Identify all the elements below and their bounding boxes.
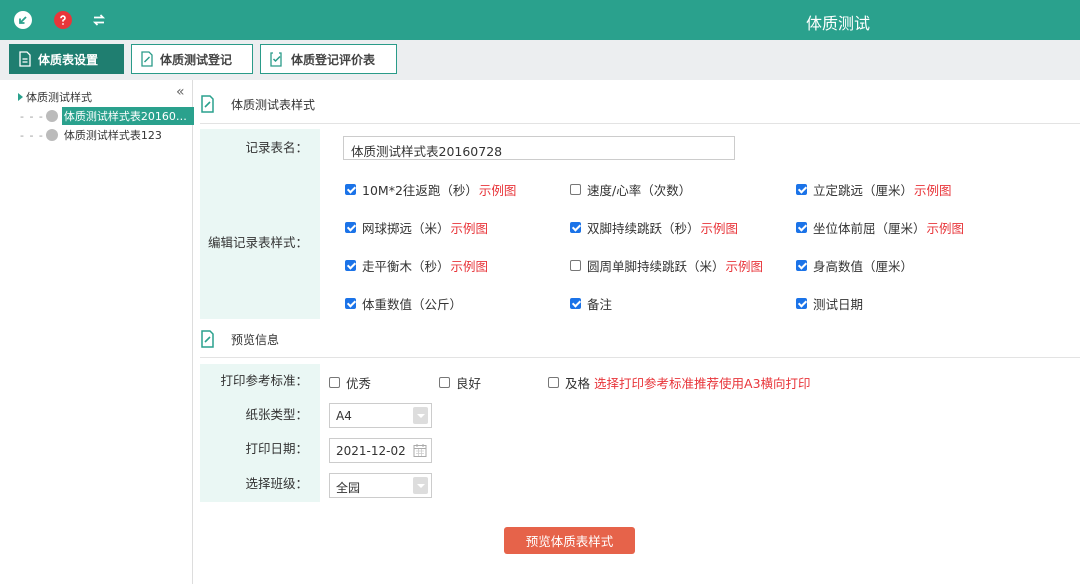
checkbox[interactable]	[796, 298, 807, 309]
checkbox[interactable]	[796, 184, 807, 195]
class-label: 选择班级：	[200, 466, 320, 502]
checkbox[interactable]	[570, 298, 581, 309]
edit-style-label: 编辑记录表样式：	[200, 167, 320, 319]
checkbox[interactable]	[796, 222, 807, 233]
expand-triangle-icon[interactable]	[18, 93, 23, 101]
option-shuttle-run[interactable]: 10M*2往返跑（秒） 示例图	[345, 180, 516, 199]
app-header: 体质测试	[0, 0, 1080, 40]
option-remarks[interactable]: 备注	[570, 294, 612, 313]
tree-item-label: 体质测试样式表20160728	[61, 107, 194, 125]
checkbox[interactable]	[345, 222, 356, 233]
tree-root-label: 体质测试样式	[26, 91, 92, 104]
print-date-input[interactable]: 2021-12-02	[329, 438, 432, 463]
tab-label: 体质测试登记	[160, 52, 233, 67]
chevron-down-icon[interactable]	[413, 477, 428, 494]
section-title-style: 体质测试表样式	[200, 92, 315, 116]
record-name-label: 记录表名：	[200, 129, 320, 167]
calendar-icon[interactable]	[413, 443, 427, 458]
collapse-sidebar-icon[interactable]: «	[176, 84, 185, 100]
paper-type-label: 纸张类型：	[200, 398, 320, 432]
print-standard-label: 打印参考标准：	[200, 364, 320, 398]
option-sit-and-reach[interactable]: 坐位体前屈（厘米） 示例图	[796, 218, 964, 237]
checkbox[interactable]	[329, 377, 340, 388]
option-balance-beam[interactable]: 走平衡木（秒） 示例图	[345, 256, 488, 275]
example-link[interactable]: 示例图	[451, 218, 489, 237]
tab-body-test-register[interactable]: 体质测试登记	[131, 44, 253, 74]
example-link[interactable]: 示例图	[701, 218, 739, 237]
tree-root[interactable]: 体质测试样式	[18, 89, 92, 105]
checkbox[interactable]	[548, 377, 559, 388]
tree-item-style-123[interactable]: - - - 体质测试样式表123	[20, 126, 164, 144]
record-name-input[interactable]: 体质测试样式表20160728	[343, 136, 735, 160]
tab-label: 体质表设置	[38, 52, 99, 67]
option-tennis-throw[interactable]: 网球掷远（米） 示例图	[345, 218, 488, 237]
class-select[interactable]: 全园	[329, 473, 432, 498]
app-title: 体质测试	[805, 14, 870, 33]
tab-label: 体质登记评价表	[291, 52, 376, 67]
section-title-preview: 预览信息	[200, 327, 279, 351]
checkbox[interactable]	[570, 222, 581, 233]
node-icon	[45, 129, 58, 141]
divider	[200, 123, 1080, 124]
node-icon	[45, 110, 58, 122]
example-link[interactable]: 示例图	[726, 256, 764, 275]
tab-evaluation-table[interactable]: 体质登记评价表	[260, 44, 397, 74]
option-weight[interactable]: 体重数值（公斤）	[345, 294, 462, 313]
checkbox[interactable]	[345, 184, 356, 195]
checkbox[interactable]	[345, 260, 356, 271]
example-link[interactable]: 示例图	[451, 256, 489, 275]
option-speed-heart-rate[interactable]: 速度/心率（次数）	[570, 180, 691, 199]
preview-button[interactable]: 预览体质表样式	[504, 527, 635, 554]
edit-document-icon	[141, 51, 153, 67]
option-test-date[interactable]: 测试日期	[796, 294, 863, 313]
paper-type-select[interactable]: A4	[329, 403, 432, 428]
back-arrow-icon[interactable]	[14, 11, 32, 29]
option-excellent[interactable]: 优秀	[329, 373, 371, 392]
example-link[interactable]: 示例图	[914, 180, 952, 199]
help-icon[interactable]	[54, 11, 72, 29]
tab-bar: 体质表设置 体质测试登记 体质登记评价表	[0, 40, 1080, 80]
option-good[interactable]: 良好	[439, 373, 481, 392]
checkbox[interactable]	[345, 298, 356, 309]
print-note: 选择打印参考标准推荐使用A3横向打印	[594, 376, 811, 391]
checkbox[interactable]	[796, 260, 807, 271]
option-double-foot-jump[interactable]: 双脚持续跳跃（秒） 示例图	[570, 218, 738, 237]
check-document-icon	[270, 52, 282, 67]
option-height[interactable]: 身高数值（厘米）	[796, 256, 913, 275]
option-circle-hop[interactable]: 圆周单脚持续跳跃（米） 示例图	[570, 256, 763, 275]
option-standing-long-jump[interactable]: 立定跳远（厘米） 示例图	[796, 180, 952, 199]
option-pass[interactable]: 及格 选择打印参考标准推荐使用A3横向打印	[548, 373, 811, 392]
example-link[interactable]: 示例图	[927, 218, 965, 237]
swap-icon[interactable]	[90, 11, 108, 29]
tree-item-style-20160728[interactable]: - - - 体质测试样式表20160728	[20, 107, 194, 125]
tab-body-table-settings[interactable]: 体质表设置	[9, 44, 124, 74]
sidebar-tree: 体质测试样式 « - - - 体质测试样式表20160728 - - - 体质测试样…	[0, 80, 194, 584]
document-icon	[19, 51, 31, 67]
chevron-down-icon[interactable]	[413, 407, 428, 424]
tree-item-label: 体质测试样式表123	[63, 129, 162, 142]
example-link[interactable]: 示例图	[479, 180, 517, 199]
checkbox[interactable]	[570, 184, 581, 195]
checkbox[interactable]	[570, 260, 581, 271]
print-date-label: 打印日期：	[200, 432, 320, 466]
divider	[200, 357, 1080, 358]
edit-document-icon	[201, 330, 214, 348]
checkbox[interactable]	[439, 377, 450, 388]
edit-document-icon	[201, 95, 214, 113]
